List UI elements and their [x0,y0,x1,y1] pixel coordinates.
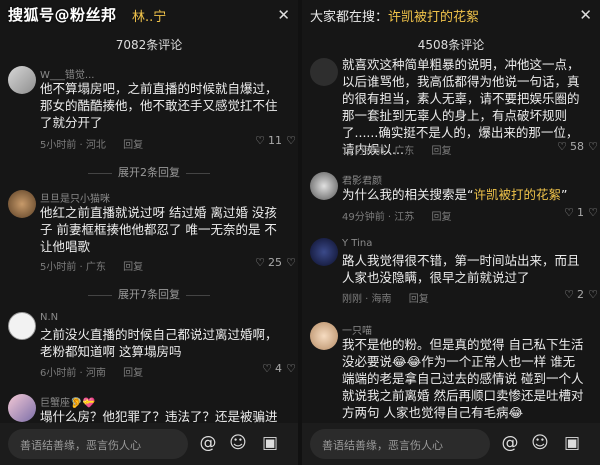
reply-button[interactable]: 回复 [123,262,143,273]
dislike-icon[interactable]: ♡ [588,288,598,301]
emoji-icon[interactable]: ☺ [530,433,550,453]
left-comment-panel: 林..宁 ✕ 7082条评论 W___错觉... 他不算塌房吧，之前直播的时候就… [0,0,298,465]
search-header[interactable]: 大家都在搜： 许凯被打的花絮 ✕ [302,0,600,30]
close-icon[interactable]: ✕ [277,6,290,24]
at-icon[interactable]: @ [198,433,218,453]
like-button[interactable]: ♡ 25 [255,256,282,269]
header-prefix: 大家都在搜： [310,9,389,25]
dislike-icon[interactable]: ♡ [286,256,296,269]
watermark: 搜狐号@粉丝邦 [8,6,117,24]
comment-text: 他不算塌房吧，之前直播的时候就自爆过，那女的酷酷揍他，他不敢还手又感觉扛不住了就… [40,81,278,130]
expand-replies-button[interactable]: 展开7条回复 [0,286,298,302]
comment-meta: 刚刚 · 海南 回复 [342,290,429,305]
reply-button[interactable]: 回复 [431,212,451,223]
username[interactable]: Y Tina [342,238,372,249]
like-count: 4 [275,362,282,375]
header-query[interactable]: 林..宁 [132,6,166,25]
comment-time: 49分钟前 · 江苏 [342,212,415,223]
comment-text-suffix: ” [561,187,568,202]
right-comment-panel: 大家都在搜： 许凯被打的花絮 ✕ 4508条评论 就喜欢这种简单粗暴的说明，冲他… [302,0,600,465]
avatar[interactable] [8,190,36,218]
like-count: 11 [268,134,282,147]
like-button[interactable]: ♡ 1 [564,206,584,219]
avatar[interactable] [8,394,36,422]
like-button[interactable]: ♡ 58 [557,140,584,153]
dislike-icon[interactable]: ♡ [286,134,296,147]
heart-icon: ♡ [557,140,567,153]
username[interactable]: 一只喵 [342,322,372,337]
comment-text: 我不是他的粉。但是真的觉得 自己私下生活没必要说😂😂作为一个正常人也一样 谁无端… [342,337,584,420]
avatar[interactable] [310,322,338,350]
comment-time: 6小时前 · 河南 [40,368,106,379]
username[interactable]: N.N [40,312,58,323]
comment-meta: 49分钟前 · 江苏 回复 [342,208,451,223]
avatar[interactable] [310,172,338,200]
dislike-icon[interactable]: ♡ [286,362,296,375]
like-count: 2 [577,288,584,301]
close-icon[interactable]: ✕ [579,6,592,24]
like-button[interactable]: ♡ 2 [564,288,584,301]
heart-icon: ♡ [255,134,265,147]
username[interactable]: 旦旦是只小猫咪 [40,190,110,205]
like-count: 25 [268,256,282,269]
comment-time: 5小时前 · 河北 [40,140,106,151]
comment-time: 刚刚 · 海南 [342,294,392,305]
heart-icon: ♡ [564,288,574,301]
image-icon[interactable]: ▣ [562,433,582,453]
comment-meta: 12分钟前 · 广东 回复 [342,142,451,157]
like-button[interactable]: ♡ 11 [255,134,282,147]
reply-button[interactable]: 回复 [431,146,451,157]
reply-button[interactable]: 回复 [123,140,143,151]
header-query[interactable]: 许凯被打的花絮 [388,6,479,25]
username[interactable]: W___错觉... [40,66,94,81]
comment-meta: 5小时前 · 河北 回复 [40,136,143,151]
emoji-icon[interactable]: ☺ [228,433,248,453]
comment-meta: 6小时前 · 河南 回复 [40,364,143,379]
heart-icon: ♡ [262,362,272,375]
heart-icon: ♡ [564,206,574,219]
comment-time: 12分钟前 · 广东 [342,146,415,157]
avatar[interactable] [8,312,36,340]
like-count: 58 [570,140,584,153]
username[interactable]: 君影君颜 [342,172,382,187]
at-icon[interactable]: @ [500,433,520,453]
comment-text: 路人我觉得很不错，第一时间站出来，而且人家也没隐瞒，很早之前就说过了 [342,253,580,285]
reply-button[interactable]: 回复 [409,294,429,305]
expand-replies-button[interactable]: 展开2条回复 [0,164,298,180]
comment-input[interactable]: 善语结善缘，恶言伤人心 [8,429,188,459]
comment-input-bar: 善语结善缘，恶言伤人心 @ ☺ ▣ [0,423,298,465]
comment-text-prefix: 为什么我的相关搜索是“ [342,187,474,202]
search-link[interactable]: 许凯被打的花絮 [473,187,561,202]
comment-meta: 5小时前 · 广东 回复 [40,258,143,273]
comment-count: 7082条评论 [115,38,183,52]
like-count: 1 [577,206,584,219]
heart-icon: ♡ [255,256,265,269]
reply-button[interactable]: 回复 [123,368,143,379]
comment-text: 他红之前直播就说过呀 结过婚 离过婚 没孩子 前妻框框揍他他都忍了 唯一无奈的是… [40,205,277,254]
like-button[interactable]: ♡ 4 [262,362,282,375]
comment-text: 之前没火直播的时候自己都说过离过婚啊，老粉都知道啊 这算塌房吗 [40,327,278,359]
username[interactable]: 巨蟹座🦻💝 [40,394,95,409]
dislike-icon[interactable]: ♡ [588,206,598,219]
comment-count: 4508条评论 [417,38,485,52]
avatar[interactable] [310,238,338,266]
avatar[interactable] [8,66,36,94]
dislike-icon[interactable]: ♡ [588,140,598,153]
image-icon[interactable]: ▣ [260,433,280,453]
avatar[interactable] [310,58,338,86]
comment-input-bar: 善语结善缘，恶言伤人心 @ ☺ ▣ [302,423,600,465]
comment-time: 5小时前 · 广东 [40,262,106,273]
comment-text: 为什么我的相关搜索是“许凯被打的花絮” [342,186,584,203]
comment-input[interactable]: 善语结善缘，恶言伤人心 [310,429,490,459]
